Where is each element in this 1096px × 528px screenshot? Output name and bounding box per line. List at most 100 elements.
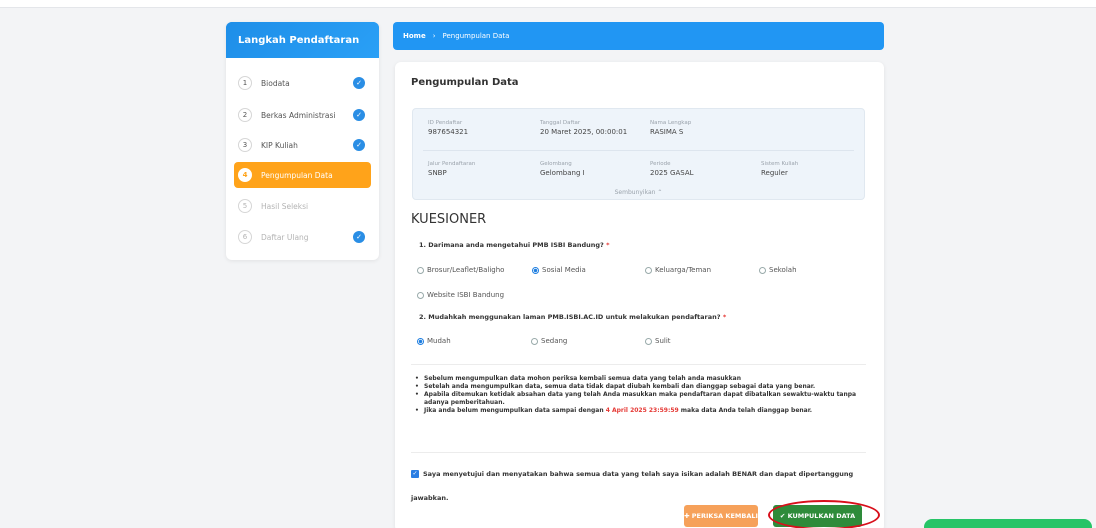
step-label: Pengumpulan Data [261, 170, 333, 180]
radio-selected-icon[interactable] [417, 337, 424, 345]
chat-widget[interactable] [924, 519, 1092, 528]
step-label: Biodata [261, 78, 290, 88]
info-id: ID Pendaftar 987654321 [428, 120, 468, 136]
radio-icon[interactable] [645, 337, 652, 345]
radio-icon[interactable] [531, 337, 538, 345]
info-value: Gelombang I [540, 169, 585, 177]
step-pengumpulan-data[interactable]: 4 Pengumpulan Data [234, 162, 371, 188]
question-2: 2. Mudahkah menggunakan laman PMB.ISBI.A… [419, 313, 726, 321]
question-text: 1. Darimana anda mengetahui PMB ISBI Ban… [419, 241, 604, 249]
q1-option-brosur[interactable]: Brosur/Leaflet/Baligho [417, 266, 504, 274]
highlight-ring [768, 500, 880, 528]
info-value: RASIMA S [650, 128, 684, 136]
question-1: 1. Darimana anda mengetahui PMB ISBI Ban… [419, 241, 610, 249]
step-hasil-seleksi[interactable]: 5 Hasil Seleksi [234, 193, 371, 219]
step-number: 2 [238, 108, 252, 122]
main-card: Pengumpulan Data ID Pendaftar 987654321 … [395, 62, 884, 528]
option-label: Sosial Media [542, 266, 586, 274]
info-date: Tanggal Daftar 20 Maret 2025, 00:00:01 [540, 120, 627, 136]
check-circle-icon: ✓ [353, 77, 365, 89]
note-item: Sebelum mengumpulkan data mohon periksa … [415, 375, 870, 383]
check-again-button[interactable]: ✚ PERIKSA KEMBALI [684, 505, 758, 527]
q1-option-sekolah[interactable]: Sekolah [759, 266, 797, 274]
note-item: Apabila ditemukan ketidak absahan data y… [415, 391, 870, 407]
step-kip-kuliah[interactable]: 3 KIP Kuliah ✓ [234, 132, 371, 158]
info-label: Nama Lengkap [650, 120, 692, 126]
q1-option-website[interactable]: Website ISBI Bandung [417, 291, 504, 299]
info-period: Periode 2025 GASAL [650, 161, 694, 177]
q2-option-sulit[interactable]: Sulit [645, 337, 671, 345]
option-label: Keluarga/Teman [655, 266, 712, 274]
info-value: 20 Maret 2025, 00:00:01 [540, 128, 628, 136]
questionnaire-title: KUESIONER [411, 212, 487, 227]
breadcrumb-separator-icon: › [432, 32, 436, 40]
applicant-info-box: ID Pendaftar 987654321 Tanggal Daftar 20… [412, 108, 865, 200]
notes-list: Sebelum mengumpulkan data mohon periksa … [415, 375, 870, 415]
q2-option-mudah[interactable]: Mudah [417, 337, 451, 345]
option-label: Sulit [655, 337, 671, 345]
hide-info-toggle[interactable]: Sembunyikan ⌃ [413, 189, 864, 196]
step-label: KIP Kuliah [261, 140, 298, 150]
divider [423, 150, 854, 151]
radio-icon[interactable] [645, 266, 652, 274]
deadline-text: 4 April 2025 23:59:59 [605, 407, 679, 414]
required-mark: * [606, 241, 610, 249]
step-label: Daftar Ulang [261, 232, 309, 242]
q2-option-sedang[interactable]: Sedang [531, 337, 567, 345]
divider [411, 364, 866, 365]
step-daftar-ulang[interactable]: 6 Daftar Ulang ✓ [234, 224, 371, 250]
info-wave: Gelombang Gelombang I [540, 161, 585, 177]
radio-selected-icon[interactable] [532, 266, 539, 274]
q1-option-sosial-media[interactable]: Sosial Media [532, 266, 586, 274]
info-name: Nama Lengkap RASIMA S [650, 120, 691, 136]
breadcrumb-current: Pengumpulan Data [442, 32, 510, 40]
required-mark: * [722, 313, 727, 321]
radio-icon[interactable] [417, 266, 424, 274]
check-circle-icon: ✓ [353, 231, 365, 243]
step-number: 4 [238, 168, 252, 182]
registration-steps-sidebar: Langkah Pendaftaran 1 Biodata ✓ 2 Berkas… [226, 22, 379, 260]
note-item: Setelah anda mengumpulkan data, semua da… [415, 383, 870, 391]
option-label: Brosur/Leaflet/Baligho [427, 266, 505, 274]
info-label: Gelombang [540, 161, 572, 167]
info-value: Reguler [761, 169, 788, 177]
info-label: Tanggal Daftar [540, 120, 581, 126]
info-value: 2025 GASAL [650, 169, 694, 177]
step-label: Berkas Administrasi [261, 110, 336, 120]
q1-option-keluarga[interactable]: Keluarga/Teman [645, 266, 711, 274]
top-bar [0, 0, 1096, 8]
info-value: SNBP [428, 169, 447, 177]
info-system: Sistem Kuliah Reguler [761, 161, 798, 177]
info-label: ID Pendaftar [428, 120, 463, 126]
question-text: 2. Mudahkah menggunakan laman PMB.ISBI.A… [419, 313, 721, 321]
step-number: 3 [238, 138, 252, 152]
note-item: Jika anda belum mengumpulkan data sampai… [415, 407, 870, 415]
info-label: Jalur Pendaftaran [428, 161, 476, 167]
info-path: Jalur Pendaftaran SNBP [428, 161, 475, 177]
info-label: Periode [650, 161, 671, 167]
agreement-text: Saya menyetujui dan menyatakan bahwa sem… [411, 470, 854, 502]
radio-icon[interactable] [759, 266, 766, 274]
step-label: Hasil Seleksi [261, 201, 309, 211]
step-number: 1 [238, 76, 252, 90]
step-number: 5 [238, 199, 252, 213]
breadcrumb: Home › Pengumpulan Data [393, 22, 884, 50]
option-label: Sedang [541, 337, 568, 345]
info-label: Sistem Kuliah [761, 161, 799, 167]
option-label: Mudah [427, 337, 451, 345]
step-biodata[interactable]: 1 Biodata ✓ [234, 70, 371, 96]
checkbox-checked-icon[interactable]: ✓ [411, 470, 419, 478]
radio-icon[interactable] [417, 291, 424, 299]
page-title: Pengumpulan Data [411, 77, 519, 88]
note-text: maka data Anda telah dianggap benar. [680, 407, 813, 414]
breadcrumb-home-link[interactable]: Home [403, 32, 426, 40]
check-circle-icon: ✓ [353, 139, 365, 151]
option-label: Website ISBI Bandung [427, 291, 505, 299]
option-label: Sekolah [769, 266, 797, 274]
note-text: Jika anda belum mengumpulkan data sampai… [424, 407, 604, 414]
step-berkas-administrasi[interactable]: 2 Berkas Administrasi ✓ [234, 102, 371, 128]
sidebar-title: Langkah Pendaftaran [226, 22, 379, 58]
info-value: 987654321 [428, 128, 469, 136]
check-circle-icon: ✓ [353, 109, 365, 121]
divider [411, 452, 866, 453]
